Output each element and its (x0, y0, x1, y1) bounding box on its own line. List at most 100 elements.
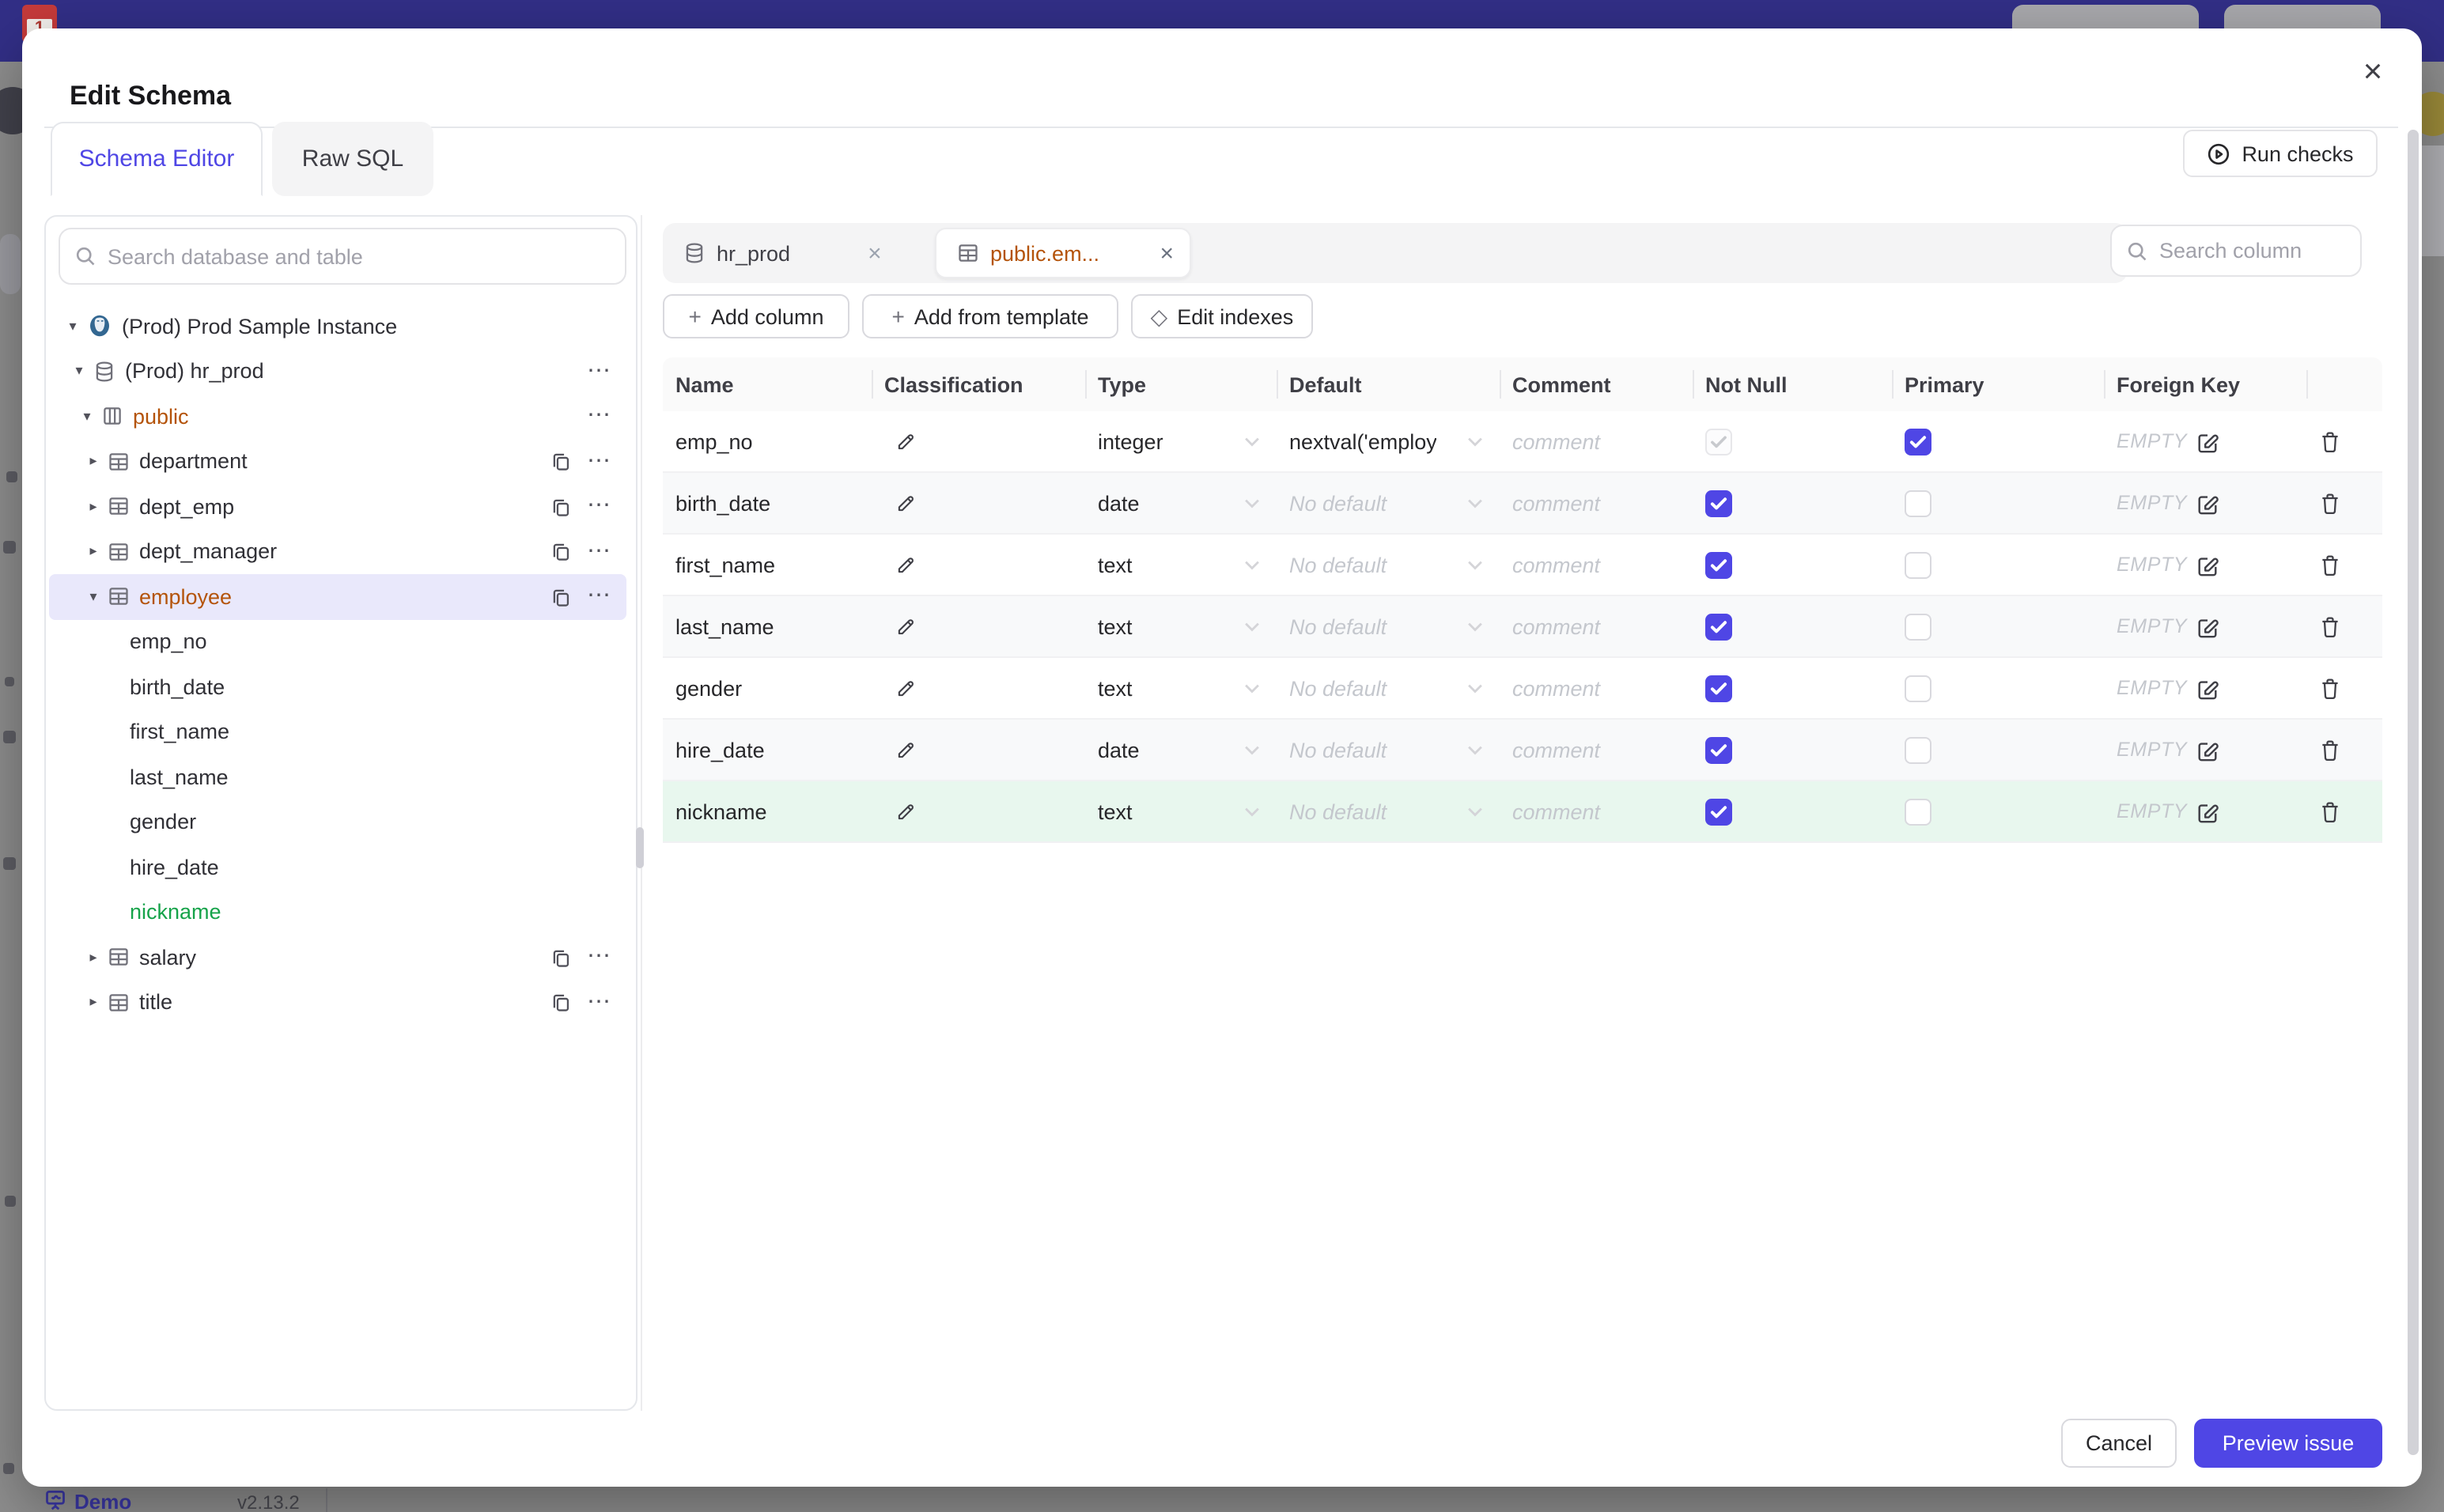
tree-item-emp_no[interactable]: emp_no (46, 619, 636, 664)
close-icon[interactable]: × (2351, 51, 2395, 95)
more-options-icon[interactable]: ⋯ (587, 494, 612, 518)
add-column-button[interactable]: + Add column (663, 294, 849, 338)
primary-checkbox[interactable] (1905, 613, 1931, 640)
type-cell[interactable]: text (1085, 799, 1277, 823)
more-options-icon[interactable]: ⋯ (587, 359, 612, 383)
copy-icon[interactable] (550, 947, 571, 968)
tab-schema-editor[interactable]: Schema Editor (51, 122, 263, 196)
comment-cell[interactable]: comment (1500, 429, 1693, 453)
column-name[interactable]: hire_date (663, 738, 872, 762)
default-cell[interactable]: No default (1277, 676, 1500, 700)
more-options-icon[interactable]: ⋯ (587, 449, 612, 473)
caret-right-icon[interactable]: ▸ (85, 949, 101, 966)
comment-cell[interactable]: comment (1500, 676, 1693, 700)
column-name[interactable]: birth_date (663, 491, 872, 515)
caret-down-icon[interactable]: ▾ (71, 363, 87, 380)
pencil-icon[interactable] (895, 616, 916, 637)
more-options-icon[interactable]: ⋯ (587, 990, 612, 1014)
column-name[interactable]: nickname (663, 799, 872, 823)
not-null-checkbox[interactable] (1705, 428, 1732, 455)
column-name[interactable]: gender (663, 676, 872, 700)
more-options-icon[interactable]: ⋯ (587, 584, 612, 608)
not-null-checkbox[interactable] (1705, 736, 1732, 763)
tree-search-input[interactable] (108, 244, 611, 268)
tree-item-last_name[interactable]: last_name (46, 754, 636, 799)
not-null-checkbox[interactable] (1705, 675, 1732, 701)
primary-checkbox[interactable] (1905, 551, 1931, 578)
tree-item-title[interactable]: ▸ title ⋯ (46, 980, 636, 1025)
trash-icon[interactable] (2319, 676, 2341, 700)
pencil-icon[interactable] (895, 554, 916, 575)
caret-down-icon[interactable]: ▾ (85, 588, 101, 606)
primary-checkbox[interactable] (1905, 675, 1931, 701)
edit-foreign-key-icon[interactable] (2195, 429, 2219, 453)
caret-down-icon[interactable]: ▾ (79, 408, 95, 425)
caret-right-icon[interactable]: ▸ (85, 453, 101, 471)
comment-cell[interactable]: comment (1500, 491, 1693, 515)
tree-item-employee[interactable]: ▾ employee ⋯ (46, 574, 636, 619)
default-cell[interactable]: No default (1277, 738, 1500, 762)
edit-foreign-key-icon[interactable] (2195, 799, 2219, 823)
caret-right-icon[interactable]: ▸ (85, 543, 101, 561)
copy-icon[interactable] (550, 497, 571, 517)
default-cell[interactable]: No default (1277, 614, 1500, 638)
tree-item-dept_manager[interactable]: ▸ dept_manager ⋯ (46, 529, 636, 574)
copy-icon[interactable] (550, 587, 571, 607)
primary-checkbox[interactable] (1905, 428, 1931, 455)
tree-item-public[interactable]: ▾ public ⋯ (46, 394, 636, 439)
more-options-icon[interactable]: ⋯ (587, 945, 612, 969)
default-cell[interactable]: No default (1277, 553, 1500, 576)
more-options-icon[interactable]: ⋯ (587, 539, 612, 563)
tree-item-salary[interactable]: ▸ salary ⋯ (46, 935, 636, 980)
tab-raw-sql[interactable]: Raw SQL (272, 122, 433, 196)
type-cell[interactable]: date (1085, 738, 1277, 762)
column-name[interactable]: emp_no (663, 429, 872, 453)
column-name[interactable]: first_name (663, 553, 872, 576)
trash-icon[interactable] (2319, 799, 2341, 823)
type-cell[interactable]: integer (1085, 429, 1277, 453)
pencil-icon[interactable] (895, 801, 916, 822)
close-tab-icon[interactable]: × (1160, 240, 1174, 266)
trash-icon[interactable] (2319, 553, 2341, 576)
editor-tab-hr-prod[interactable]: hr_prod × (663, 228, 898, 278)
trash-icon[interactable] (2319, 491, 2341, 515)
primary-checkbox[interactable] (1905, 490, 1931, 516)
type-cell[interactable]: text (1085, 553, 1277, 576)
tree-item-birth_date[interactable]: birth_date (46, 664, 636, 709)
column-search-input[interactable] (2159, 239, 2346, 263)
trash-icon[interactable] (2319, 614, 2341, 638)
pencil-icon[interactable] (895, 493, 916, 513)
trash-icon[interactable] (2319, 429, 2341, 453)
panel-resize-handle[interactable] (636, 827, 644, 868)
tree-item-first_name[interactable]: first_name (46, 709, 636, 754)
copy-icon[interactable] (550, 542, 571, 562)
pencil-icon[interactable] (895, 678, 916, 698)
tree-item-hire_date[interactable]: hire_date (46, 845, 636, 890)
run-checks-button[interactable]: Run checks (2183, 130, 2378, 177)
comment-cell[interactable]: comment (1500, 799, 1693, 823)
edit-indexes-button[interactable]: ◇ Edit indexes (1131, 294, 1313, 338)
add-from-template-button[interactable]: + Add from template (862, 294, 1118, 338)
not-null-checkbox[interactable] (1705, 613, 1732, 640)
editor-tab-public-employee[interactable]: public.em... × (935, 228, 1191, 278)
edit-foreign-key-icon[interactable] (2195, 676, 2219, 700)
type-cell[interactable]: text (1085, 614, 1277, 638)
edit-foreign-key-icon[interactable] (2195, 553, 2219, 576)
tree-item-department[interactable]: ▸ department ⋯ (46, 439, 636, 484)
more-options-icon[interactable]: ⋯ (587, 404, 612, 428)
not-null-checkbox[interactable] (1705, 551, 1732, 578)
modal-scrollbar-thumb[interactable] (2408, 130, 2419, 1455)
tree-item-nickname[interactable]: nickname (46, 890, 636, 935)
trash-icon[interactable] (2319, 738, 2341, 762)
copy-icon[interactable] (550, 992, 571, 1013)
type-cell[interactable]: date (1085, 491, 1277, 515)
caret-down-icon[interactable]: ▾ (65, 318, 81, 335)
primary-checkbox[interactable] (1905, 798, 1931, 825)
cancel-button[interactable]: Cancel (2061, 1419, 2177, 1468)
tree-item--prod-hr_prod[interactable]: ▾ (Prod) hr_prod ⋯ (46, 349, 636, 394)
pencil-icon[interactable] (895, 431, 916, 452)
edit-foreign-key-icon[interactable] (2195, 738, 2219, 762)
tree-item--prod-prod-sample-instance[interactable]: ▾ (Prod) Prod Sample Instance (46, 304, 636, 349)
not-null-checkbox[interactable] (1705, 490, 1732, 516)
column-name[interactable]: last_name (663, 614, 872, 638)
